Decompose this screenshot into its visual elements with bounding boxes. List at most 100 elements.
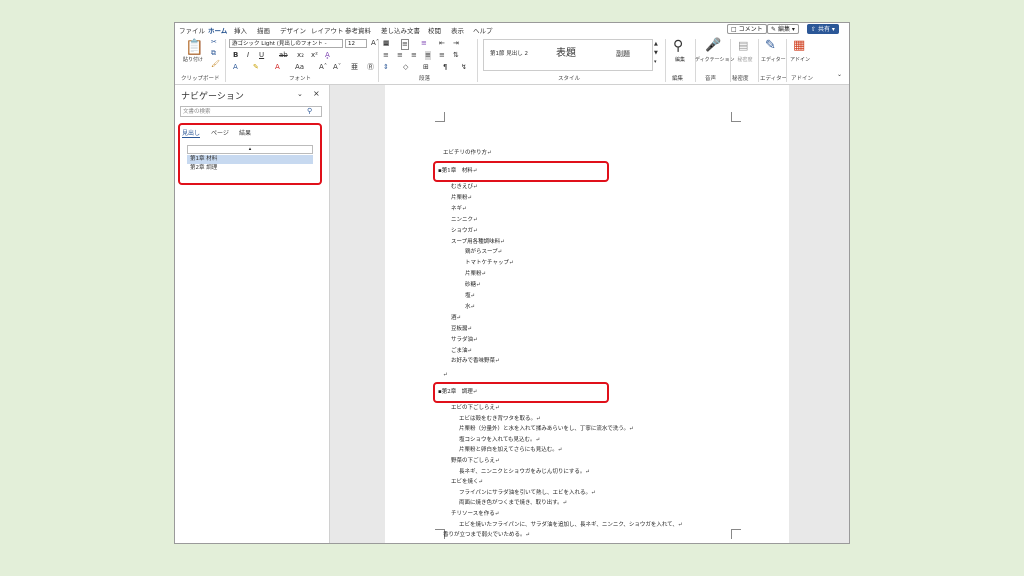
editor-icon[interactable]: ✎ [765, 38, 776, 54]
ingredient-item: ニンニク↵ [451, 216, 478, 223]
strikethrough-icon[interactable]: ab [279, 51, 288, 60]
enclose-icon[interactable]: Ⓡ [367, 63, 374, 72]
styles-gallery[interactable]: 第1節 見出し 2 表題 副題 [483, 39, 653, 71]
change-case-icon[interactable]: Aa [295, 63, 304, 72]
dictate-button[interactable]: ディクテーション [695, 57, 735, 63]
tab-draw[interactable]: 描画 [257, 25, 270, 35]
show-marks-icon[interactable]: ¶ [443, 63, 447, 72]
ingredient-item: 酒↵ [451, 314, 462, 321]
format-painter-icon[interactable]: 🖌 [211, 60, 220, 69]
increase-indent-icon[interactable]: ⇥ [453, 39, 459, 48]
ingredient-item: 豆板醤↵ [451, 325, 473, 332]
paste-icon[interactable]: 📋 [185, 40, 204, 55]
margin-mark [731, 529, 741, 539]
ribbon-collapse-icon[interactable]: ⌄ [837, 70, 842, 79]
search-icon[interactable]: ⚲ [307, 106, 312, 117]
subscript-icon[interactable]: x₂ [297, 51, 304, 60]
tab-insert[interactable]: 挿入 [234, 25, 247, 35]
addins-icon[interactable]: ▦ [793, 38, 805, 54]
style-heading2[interactable]: 第1節 見出し 2 [490, 50, 528, 59]
styles-scroll-icon[interactable]: ▲ ▼ ▾ [654, 40, 658, 67]
distributed-icon[interactable]: ≡ [439, 51, 445, 60]
sort-icon[interactable]: ⇅ [453, 51, 459, 60]
nav-close-icon[interactable]: × [313, 89, 320, 98]
step-item: フライパンにサラダ油を引いて熱し、エビを入れる。↵ [459, 489, 596, 496]
sensitivity-button[interactable]: 秘密度 [733, 57, 757, 63]
align-center-icon[interactable]: ≡ [397, 51, 403, 60]
comment-button[interactable]: □ コメント [727, 24, 767, 34]
font-name-box[interactable]: 游ゴシック Light (見出しのフォント - [229, 39, 343, 48]
tab-mailings[interactable]: 差し込み文書 [381, 25, 420, 35]
ingredient-item: スープ用各種調味料↵ [451, 238, 505, 245]
tab-design[interactable]: デザイン [280, 25, 306, 35]
microphone-icon[interactable]: 🎤 [705, 38, 721, 54]
tab-view[interactable]: 表示 [451, 25, 464, 35]
text-effects-icon[interactable]: Ḁ [325, 51, 330, 60]
line-spacing-icon[interactable]: ⇕ [383, 63, 389, 72]
paragraph-group-label: 段落 [419, 76, 431, 82]
bold-icon[interactable]: B [233, 51, 238, 60]
editor-button[interactable]: エディター [761, 57, 786, 63]
word-window: ファイル ホーム 挿入 描画 デザイン レイアウト 参考資料 差し込み文書 校閲… [174, 22, 850, 544]
style-subtitle[interactable]: 副題 [616, 50, 630, 59]
font-color-icon[interactable]: A [275, 63, 280, 72]
superscript-icon[interactable]: x² [311, 51, 318, 60]
find-icon[interactable]: ⚲ [673, 38, 683, 54]
style-title[interactable]: 表題 [556, 48, 576, 60]
multilevel-list-icon[interactable]: ≡ [421, 39, 427, 48]
edit-mode-button[interactable]: ✎ 編集 ▾ [767, 24, 799, 34]
heading2-highlight-box [433, 382, 609, 403]
nav-options-icon[interactable]: ⌄ [297, 90, 303, 99]
step-item: 長ネギ、ニンニクとショウガをみじん切りにする。↵ [459, 468, 591, 475]
sensitivity-icon[interactable]: ▤ [738, 39, 748, 53]
shading-icon[interactable]: ◇ [403, 63, 408, 72]
seasoning-item: 水↵ [465, 303, 476, 310]
editing-button[interactable]: 編集 [669, 57, 691, 63]
align-right-icon[interactable]: ≡ [411, 51, 417, 60]
text-effect-icon[interactable]: A [233, 63, 238, 72]
nav-highlight-box [178, 123, 322, 185]
tab-review[interactable]: 校閲 [428, 25, 441, 35]
nav-search-input[interactable]: 文書の検索 [180, 106, 322, 117]
decrease-indent-icon[interactable]: ⇤ [439, 39, 445, 48]
separator [786, 39, 787, 82]
cut-icon[interactable]: ✂ [211, 38, 217, 47]
document-page[interactable]: エビチリの作り方↵ ▪第1章 材料↵ ↵ ▪第2章 調理↵ むきえび↵ 片栗粉↵ ネ… [385, 85, 789, 543]
underline-icon[interactable]: U [259, 51, 264, 60]
separator [225, 39, 226, 82]
italic-icon[interactable]: I [247, 51, 249, 60]
font-size-box[interactable]: 12 [345, 39, 367, 48]
text-direction-icon[interactable]: ↯ [461, 63, 467, 72]
share-button[interactable]: ⇧ 共有 ▾ [807, 24, 839, 34]
paste-button-label[interactable]: 貼り付け [179, 57, 207, 63]
separator [758, 39, 759, 82]
tab-help[interactable]: ヘルプ [473, 25, 493, 35]
ingredient-item: サラダ油↵ [451, 336, 478, 343]
justify-icon[interactable]: ≡ [425, 51, 431, 60]
navigation-pane: ナビゲーション ⌄ × 文書の検索 ⚲ 見出し ページ 結果 ▴ 第1章 材料 … [175, 85, 330, 543]
tab-file[interactable]: ファイル [179, 25, 205, 35]
doc-title: エビチリの作り方↵ [443, 150, 492, 156]
numbering-icon[interactable]: ≡ [401, 39, 409, 50]
heading1-highlight-box [433, 161, 609, 182]
bullets-icon[interactable]: ≡ [383, 39, 389, 48]
ruby-icon[interactable]: 亜 [351, 63, 358, 72]
tab-references[interactable]: 参考資料 [345, 25, 371, 35]
step-heading: 野菜の下ごしらえ↵ [451, 458, 500, 464]
shrink-font-icon[interactable]: Aˇ [333, 63, 341, 72]
tab-layout[interactable]: レイアウト [311, 25, 344, 35]
voice-group-label: 音声 [705, 76, 717, 82]
highlight-icon[interactable]: ✎ [253, 63, 259, 72]
document-area: エビチリの作り方↵ ▪第1章 材料↵ ↵ ▪第2章 調理↵ むきえび↵ 片栗粉↵ ネ… [330, 85, 849, 543]
styles-group-label: スタイル [558, 76, 581, 82]
grow-font-icon[interactable]: Aˆ [319, 63, 327, 72]
align-left-icon[interactable]: ≡ [383, 51, 389, 60]
editing-group-label: 編集 [672, 76, 684, 82]
editor-group-label: エディター [760, 76, 788, 82]
ingredient-item: お好みで香味野菜↵ [451, 358, 500, 365]
borders-icon[interactable]: ⊞ [423, 63, 429, 72]
blank-paragraph: ↵ [443, 372, 448, 378]
tab-home[interactable]: ホーム [208, 25, 228, 37]
addins-button[interactable]: アドイン [789, 57, 811, 63]
copy-icon[interactable]: ⧉ [211, 49, 216, 58]
